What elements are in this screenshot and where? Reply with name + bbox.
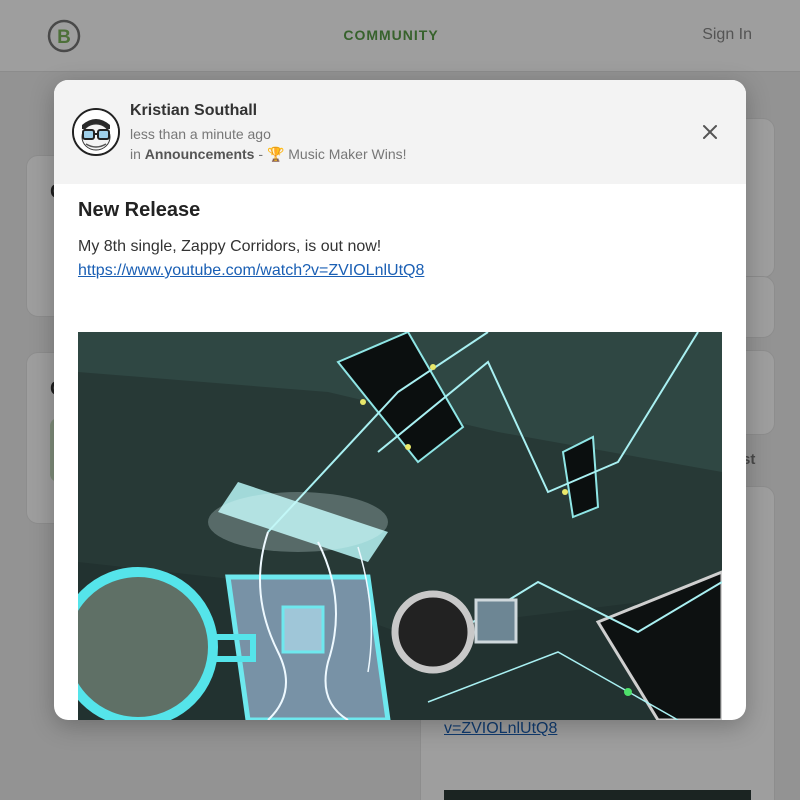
category-link[interactable]: Announcements bbox=[145, 146, 255, 162]
post-title: New Release bbox=[78, 199, 201, 221]
post-youtube-link[interactable]: https://www.youtube.com/watch?v=ZVIOLnlU… bbox=[78, 262, 424, 280]
post-header: Kristian Southall less than a minute ago… bbox=[54, 80, 746, 184]
post-modal: Kristian Southall less than a minute ago… bbox=[54, 80, 746, 720]
avatar-face-icon bbox=[74, 110, 118, 154]
category-prefix: in bbox=[130, 146, 141, 162]
close-icon[interactable] bbox=[698, 120, 722, 144]
avatar[interactable] bbox=[72, 108, 120, 156]
author-name[interactable]: Kristian Southall bbox=[130, 102, 257, 120]
topic-link[interactable]: 🏆 Music Maker Wins! bbox=[267, 146, 407, 162]
thumbnail-artwork bbox=[78, 332, 722, 720]
category-separator: - bbox=[258, 146, 264, 162]
video-thumbnail-image[interactable] bbox=[78, 332, 722, 720]
post-category-line: in Announcements - 🏆 Music Maker Wins! bbox=[130, 146, 407, 163]
post-timestamp: less than a minute ago bbox=[130, 126, 271, 142]
post-body-text: My 8th single, Zappy Corridors, is out n… bbox=[78, 238, 382, 255]
